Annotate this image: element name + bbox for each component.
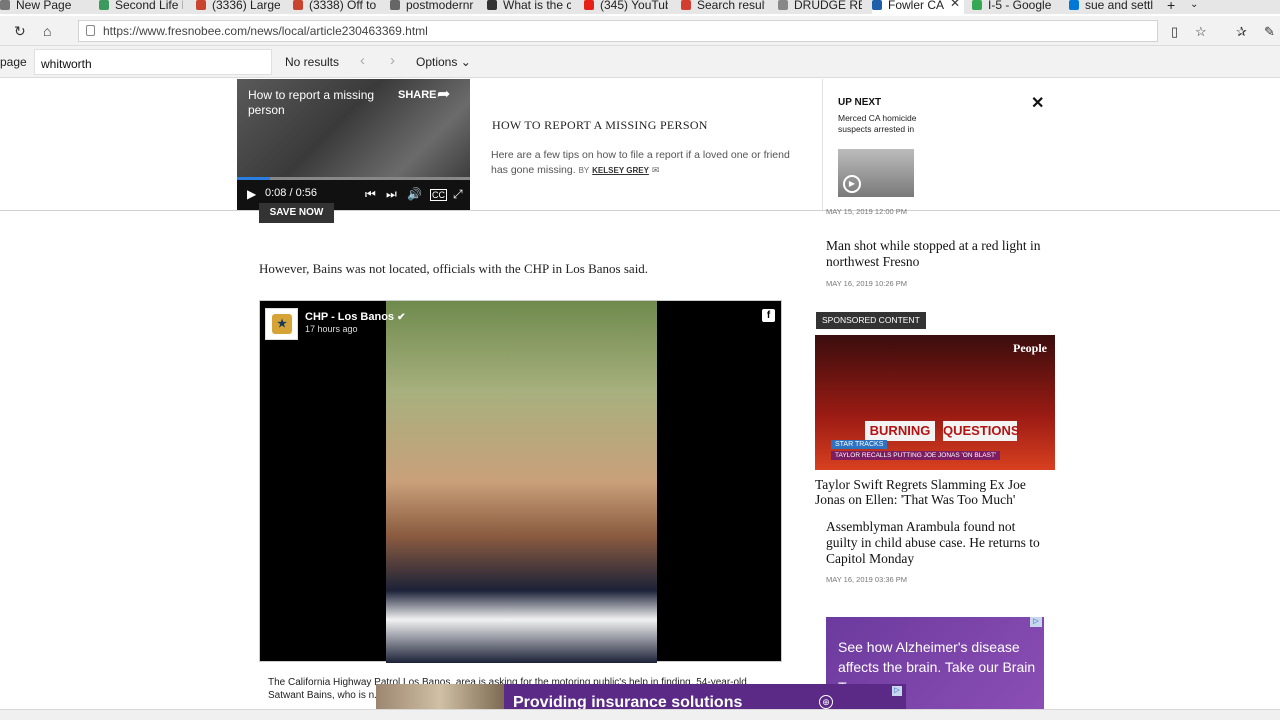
tab-sue-and-settle[interactable]: sue and settl (1069, 0, 1157, 14)
author-link[interactable]: KELSEY GREY (592, 166, 649, 175)
find-input[interactable]: whitworth (34, 49, 272, 75)
article-paragraph: However, Bains was not located, official… (259, 261, 649, 276)
skip-forward-icon[interactable]: ⏭ (386, 187, 397, 202)
tab-youtube[interactable]: (345) YouTub (584, 0, 668, 14)
tumblr-icon (293, 0, 303, 10)
tab-what-is[interactable]: What is the c (487, 0, 571, 14)
ticker-text: TAYLOR RECALLS PUTTING JOE JONAS 'ON BLA… (831, 451, 1001, 460)
new-tab-icon[interactable]: + (1167, 0, 1187, 14)
volume-icon[interactable]: 🔊 (407, 187, 422, 201)
save-now-button[interactable]: SAVE NOW (259, 203, 334, 223)
video-heading: HOW TO REPORT A MISSING PERSON (492, 118, 708, 132)
page-icon (390, 0, 400, 10)
sidebar-date-2: MAY 16, 2019 03:36 PM (826, 575, 908, 584)
refresh-icon[interactable]: ↻ (14, 23, 26, 40)
tab-strip: New Page Second Life M (3336) Larger (33… (0, 0, 1280, 14)
tab-new-page[interactable]: New Page (0, 0, 90, 14)
share-arrow-icon[interactable]: ➦ (437, 84, 450, 104)
bing-icon (1069, 0, 1079, 10)
verified-icon: ✔ (397, 312, 406, 323)
up-next-panel: UP NEXT Merced CA homicide suspects arre… (822, 79, 1062, 210)
second-life-icon (99, 0, 109, 10)
up-next-label: UP NEXT (838, 97, 882, 108)
close-icon[interactable]: ✕ (1031, 93, 1044, 113)
fb-post-time: 17 hours ago (305, 324, 358, 334)
find-options-button[interactable]: Options ⌄ (416, 55, 471, 69)
skip-back-icon[interactable]: ⏮ (365, 187, 376, 202)
tab-second-life[interactable]: Second Life M (99, 0, 183, 14)
find-next-icon[interactable]: › (390, 52, 395, 69)
url-field[interactable]: https://www.fresnobee.com/news/local/art… (78, 20, 1158, 42)
find-results: No results (285, 55, 340, 69)
tab-3338[interactable]: (3338) Off to (293, 0, 377, 14)
ad-choices-icon[interactable]: ▷ (892, 686, 902, 696)
facebook-embed[interactable]: ★ CHP - Los Banos ✔ 17 hours ago f (259, 300, 782, 663)
fb-page-name[interactable]: CHP - Los Banos ✔ (305, 311, 405, 323)
video-player[interactable]: How to report a missing person SHARE ➦ ▶… (237, 79, 470, 210)
people-logo: People (1013, 341, 1047, 355)
up-next-thumbnail[interactable]: ▶ (838, 149, 914, 197)
sponsored-image[interactable]: People BURNING QUESTIONS STAR TRACKS TAY… (815, 335, 1055, 470)
url-text: https://www.fresnobee.com/news/local/art… (103, 24, 428, 38)
up-next-title[interactable]: Merced CA homicide suspects arrested in (838, 113, 918, 135)
find-previous-icon[interactable]: ‹ (360, 52, 365, 69)
play-icon[interactable]: ▶ (247, 187, 256, 201)
reading-view-icon[interactable]: ▯ (1171, 24, 1178, 40)
captions-icon[interactable]: CC (430, 189, 447, 201)
banner-photo (376, 684, 504, 712)
burning-sign: BURNING (865, 421, 935, 441)
gmail-icon (681, 0, 691, 10)
drudge-icon (778, 0, 788, 10)
home-icon[interactable]: ⌂ (43, 23, 51, 39)
play-icon[interactable]: ▶ (843, 175, 861, 193)
sponsored-label: SPONSORED CONTENT (816, 312, 926, 329)
sidebar-headline-1[interactable]: Man shot while stopped at a red light in… (826, 238, 1048, 270)
favorite-star-icon[interactable]: ☆ (1195, 24, 1207, 40)
find-label: page (0, 55, 27, 69)
share-button[interactable]: SHARE (398, 89, 437, 101)
tab-fowler-active[interactable]: Fowler CA ✕ (872, 0, 964, 14)
find-bar: page whitworth No results ‹ › Options ⌄ (0, 46, 1280, 78)
star-tracks-tag: STAR TRACKS (831, 440, 888, 449)
lock-icon (86, 25, 95, 36)
address-bar: ↻ ⌂ https://www.fresnobee.com/news/local… (0, 16, 1280, 46)
video-time: 0:08 / 0:56 (265, 187, 317, 199)
tab-search-results[interactable]: Search result: (681, 0, 765, 14)
tab-i5-google[interactable]: I-5 - Google (972, 0, 1056, 14)
facebook-icon[interactable]: f (762, 309, 775, 322)
chevron-down-icon: ⌄ (460, 55, 471, 69)
fb-photo[interactable] (386, 301, 657, 663)
tab-postmodern[interactable]: postmodernr (390, 0, 474, 14)
youtube-icon (584, 0, 594, 10)
tumblr-icon (196, 0, 206, 10)
video-description: Here are a few tips on how to file a rep… (491, 149, 790, 176)
site-icon (487, 0, 497, 10)
video-title: How to report a missing person (248, 88, 375, 117)
sticky-video-bar: How to report a missing person SHARE ➦ ▶… (0, 79, 1280, 211)
chp-badge-icon: ★ (272, 314, 292, 334)
ad-choices-icon[interactable]: ▷ (1030, 617, 1042, 627)
fullscreen-icon[interactable]: ⤢ (453, 187, 463, 202)
pen-icon[interactable]: ✎ (1264, 24, 1275, 40)
google-maps-icon (972, 0, 982, 10)
tab-drudge[interactable]: DRUDGE REP (778, 0, 862, 14)
sponsored-title[interactable]: Taylor Swift Regrets Slamming Ex Joe Jon… (815, 477, 1055, 507)
globe-icon: ⊕ (819, 695, 833, 709)
close-icon[interactable]: ✕ (950, 0, 960, 9)
questions-sign: QUESTIONS (943, 421, 1020, 441)
sidebar-date-1: MAY 16, 2019 10:26 PM (826, 279, 908, 288)
chevron-down-icon[interactable]: ⌄ (1190, 0, 1210, 14)
sidebar-date-top: MAY 15, 2019 12:00 PM (826, 207, 908, 216)
tab-3336[interactable]: (3336) Larger (196, 0, 280, 14)
page-icon (0, 0, 10, 10)
bottom-banner-ad[interactable]: Providing insurance solutions ⊕ ▷ (376, 684, 906, 712)
fresnobee-icon (872, 0, 882, 10)
horizontal-scrollbar[interactable] (0, 709, 1280, 720)
favorites-hub-icon[interactable]: ✰ (1236, 24, 1247, 40)
sidebar-headline-2[interactable]: Assemblyman Arambula found not guilty in… (826, 519, 1041, 567)
fb-page-avatar[interactable]: ★ (265, 308, 298, 340)
mail-icon[interactable]: ✉ (652, 165, 660, 175)
